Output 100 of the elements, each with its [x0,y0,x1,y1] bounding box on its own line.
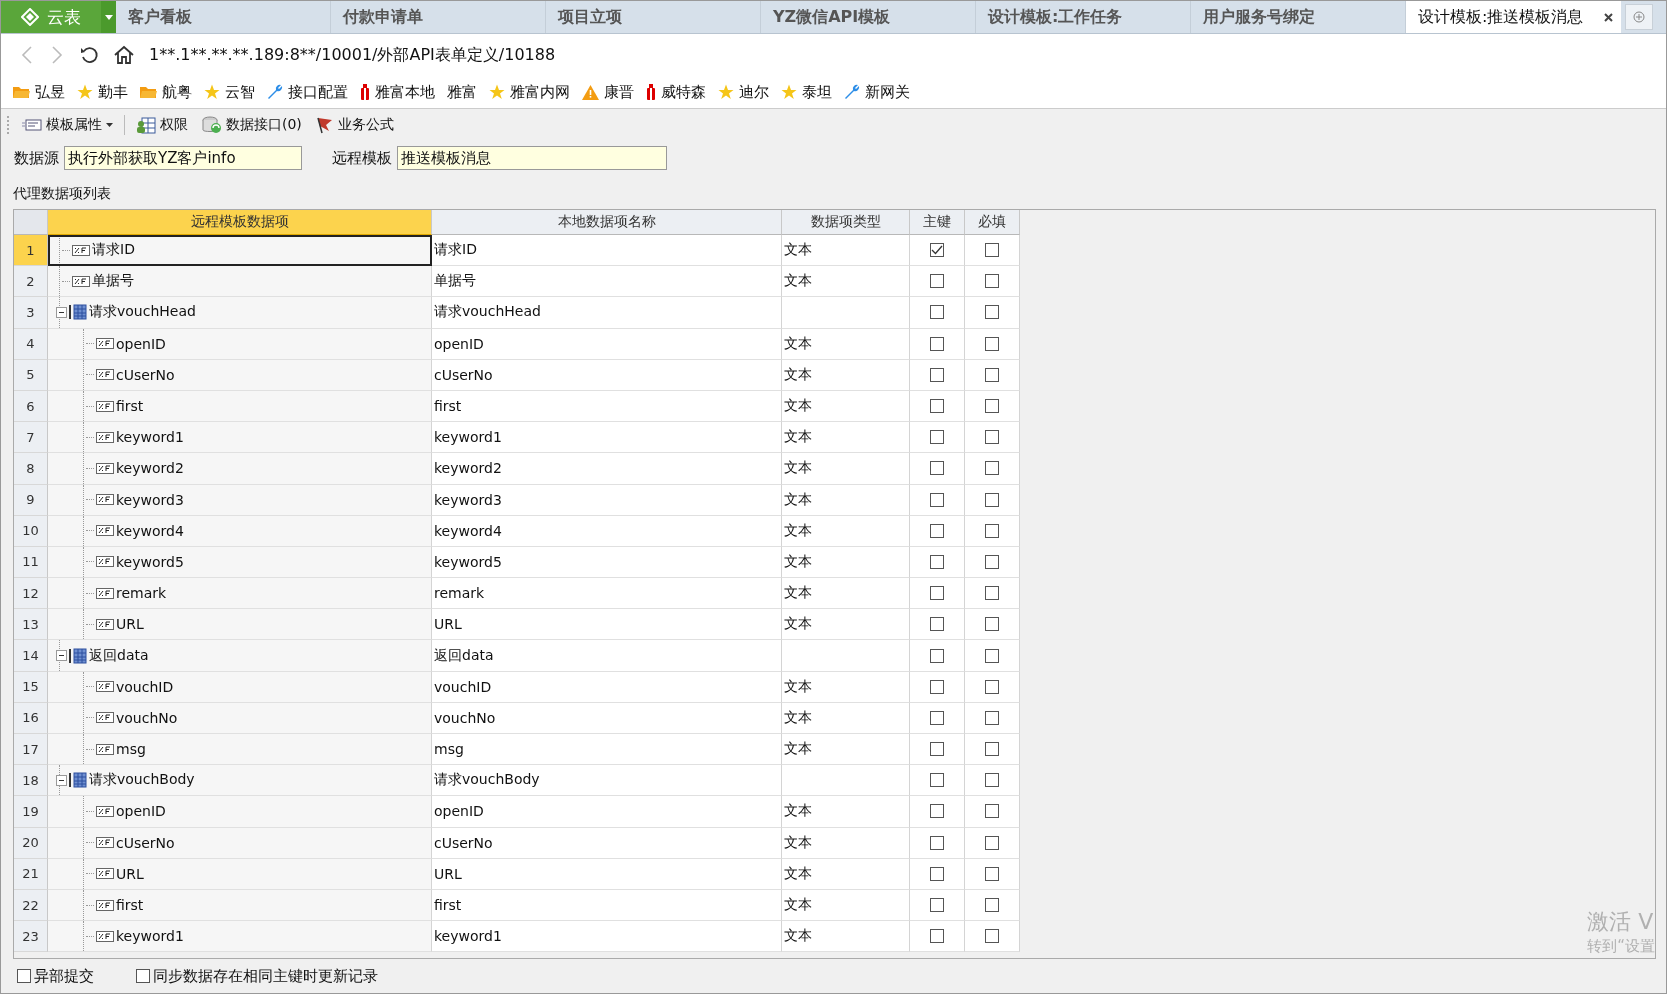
collapse-icon[interactable] [56,650,67,662]
bookmark-link[interactable]: 雅富内网 [489,82,570,102]
toolbar-button[interactable]: 模板属性 [19,114,116,136]
checkbox[interactable] [930,430,944,445]
checkbox[interactable] [985,835,999,850]
checkbox[interactable] [985,430,999,445]
checkbox[interactable] [985,492,999,507]
checkbox[interactable] [930,336,944,351]
toolbar-button[interactable]: 业务公式 [312,114,397,136]
checkbox[interactable] [930,929,944,944]
checkbox-option[interactable]: 异部提交 [17,966,94,986]
checkbox[interactable] [930,492,944,507]
bookmark-link[interactable]: 泰坦 [781,82,832,102]
tree-item-label[interactable]: msg [116,741,146,758]
bookmark-link[interactable]: 迪尔 [718,82,769,102]
tree-item-label[interactable]: URL [116,865,144,882]
checkbox[interactable] [985,804,999,819]
checkbox[interactable] [985,586,999,601]
browser-tab[interactable]: 设计模板:推送模板消息 [1406,1,1596,33]
bookmark-link[interactable]: 接口配置 [267,82,348,102]
tree-item-label[interactable]: 请求ID [92,241,135,260]
checkbox[interactable] [985,274,999,289]
tree-item-label[interactable]: keyword2 [116,460,184,477]
checkbox[interactable] [985,336,999,351]
checkbox[interactable] [930,898,944,913]
tree-item-label[interactable]: URL [116,616,144,633]
checkbox[interactable] [930,399,944,414]
tree-item-label[interactable]: cUserNo [116,834,175,851]
checkbox[interactable] [985,305,999,320]
checkbox[interactable] [985,367,999,382]
browser-tab[interactable]: 付款申请单 [331,1,546,33]
checkbox[interactable] [930,773,944,788]
collapse-icon[interactable] [56,774,67,786]
checkbox[interactable] [930,617,944,632]
tree-item-label[interactable]: cUserNo [116,366,175,383]
checkbox[interactable] [985,523,999,538]
bookmark-link[interactable]: 雅富本地 [360,82,435,102]
tree-item-label[interactable]: keyword3 [116,491,184,508]
bookmark-link[interactable]: 勤丰 [77,82,128,102]
browser-tab[interactable]: 设计模板:工作任务 [976,1,1191,33]
tree-item-label[interactable]: 请求vouchHead [89,303,196,322]
browser-tab[interactable]: 项目立项 [546,1,761,33]
column-header[interactable]: 主键 [910,210,965,235]
checkbox[interactable] [930,461,944,476]
browser-tab[interactable]: 客户看板 [116,1,331,33]
checkbox[interactable] [930,523,944,538]
datasource-field[interactable]: 执行外部获取YZ客户info [64,146,302,170]
browser-tab[interactable]: YZ微信API模板 [761,1,976,33]
tree-item-label[interactable]: openID [116,335,166,352]
bookmark-link[interactable]: 航粤 [140,82,192,102]
bookmark-link[interactable]: 雅富 [447,82,477,102]
tree-item-label[interactable]: openID [116,803,166,820]
checkbox[interactable] [985,710,999,725]
tree-item-label[interactable]: keyword4 [116,522,184,539]
tree-item-label[interactable]: keyword1 [116,928,184,945]
column-header[interactable]: 必填 [965,210,1020,235]
template-field[interactable]: 推送模板消息 [397,146,667,170]
checkbox[interactable] [985,679,999,694]
checkbox[interactable] [930,305,944,320]
tree-item-label[interactable]: first [116,398,144,415]
tree-item-label[interactable]: first [116,897,144,914]
checkbox[interactable] [985,617,999,632]
collapse-icon[interactable] [56,306,67,318]
reload-icon[interactable] [79,45,99,65]
checkbox[interactable] [985,929,999,944]
bookmark-link[interactable]: 弘昱 [13,82,65,102]
checkbox[interactable] [930,835,944,850]
checkbox[interactable] [930,710,944,725]
home-icon[interactable] [113,45,135,65]
column-header[interactable]: 数据项类型 [782,210,910,235]
column-header[interactable]: 远程模板数据项 [48,210,432,235]
checkbox[interactable] [985,866,999,881]
checkbox[interactable] [930,648,944,663]
checkbox[interactable] [985,399,999,414]
checkbox[interactable] [930,243,944,258]
tree-item-label[interactable]: 返回data [89,646,149,665]
tree-item-label[interactable]: 请求vouchBody [89,771,195,790]
checkbox[interactable] [930,742,944,757]
close-tab-button[interactable] [1596,1,1621,33]
checkbox[interactable] [930,554,944,569]
tree-item-label[interactable]: vouchID [116,678,174,695]
checkbox[interactable] [985,554,999,569]
dropdown-button[interactable] [101,1,116,33]
toolbar-button[interactable]: 数据接口(0) [199,114,305,136]
checkbox[interactable] [930,804,944,819]
checkbox[interactable] [930,866,944,881]
tree-item-label[interactable]: keyword5 [116,553,184,570]
bookmark-link[interactable]: 新网关 [844,82,910,102]
toolbar-button[interactable]: 权限 [133,114,191,136]
column-header[interactable]: 本地数据项名称 [432,210,782,235]
checkbox[interactable] [985,243,999,258]
checkbox[interactable] [985,742,999,757]
checkbox[interactable] [985,898,999,913]
bookmark-link[interactable]: 云智 [204,82,255,102]
tree-item-label[interactable]: vouchNo [116,709,178,726]
checkbox-option[interactable]: 同步数据存在相同主键时更新记录 [136,966,378,986]
tree-item-label[interactable]: 单据号 [92,272,134,291]
address-text[interactable]: 1**.1**.**.**.189:8**/10001/外部API表单定义/10188 [149,44,556,66]
checkbox[interactable] [930,274,944,289]
checkbox[interactable] [930,586,944,601]
